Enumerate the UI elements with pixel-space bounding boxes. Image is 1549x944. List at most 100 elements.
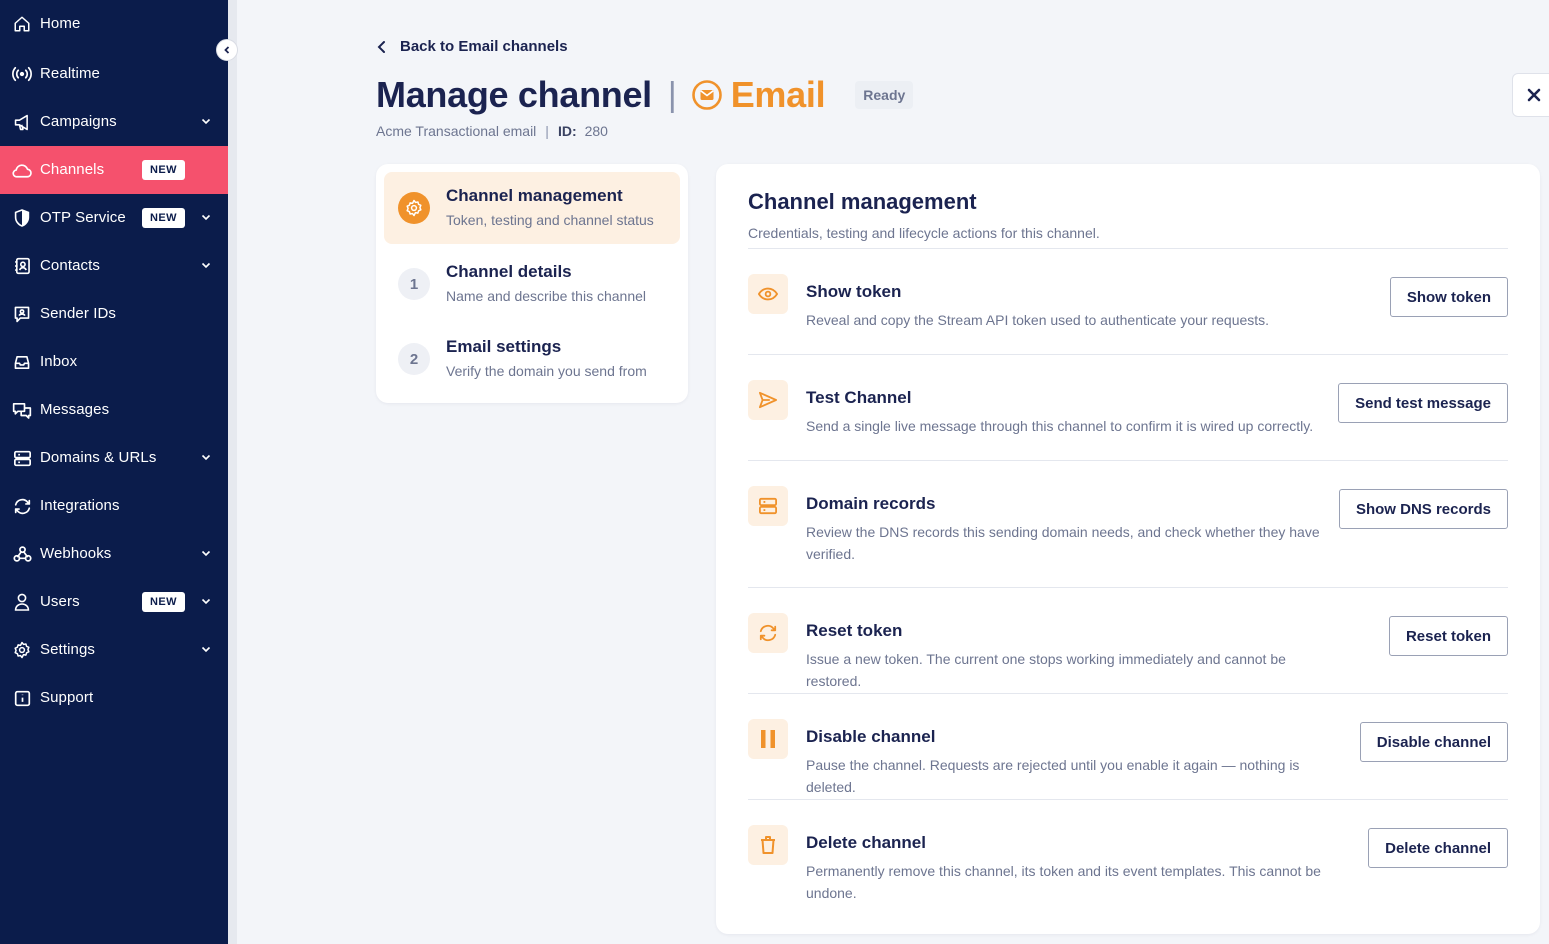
delete-channel-button[interactable]: Delete channel (1368, 828, 1508, 868)
action-title: Show token (806, 282, 902, 301)
sidebar-item-inbox[interactable]: Inbox (0, 342, 228, 382)
reset-token-button[interactable]: Reset token (1388, 616, 1508, 656)
step-marker (398, 192, 430, 224)
step-number: 1 (398, 268, 430, 300)
action-title: Test Channel (806, 388, 912, 407)
chevron-down-icon (201, 598, 211, 605)
id-value: 280 (584, 123, 608, 139)
channel-meta: Acme Transactional email | ID: 280 (376, 123, 608, 139)
sidebar-item-otp-service[interactable]: OTP Service NEW (0, 198, 228, 238)
sidebar-item-label: Support (40, 689, 94, 706)
sidebar-item-label: Messages (40, 401, 110, 418)
email-icon (691, 80, 722, 110)
title-separator: | (667, 75, 677, 114)
action-description: Pause the channel. Requests are rejected… (806, 757, 1300, 795)
chevron-down-icon (201, 454, 211, 461)
meta-separator: | (545, 123, 549, 139)
sidebar-item-users[interactable]: Users NEW (0, 582, 228, 622)
step-email-settings[interactable]: 2 Email settings Verify the domain you s… (384, 323, 680, 395)
action-description: Send a single live message through this … (806, 418, 1314, 434)
divider (748, 587, 1508, 588)
show-dns-records-button[interactable]: Show DNS records (1338, 489, 1508, 529)
contacts-icon (12, 257, 32, 275)
home-icon (12, 15, 32, 33)
sidebar-item-label: Webhooks (40, 545, 112, 562)
step-description: Token, testing and channel status (446, 212, 654, 228)
action-title: Domain records (806, 494, 936, 513)
sidebar-item-label: OTP Service (40, 209, 126, 226)
status-badge: Ready (855, 81, 914, 109)
show-token-button[interactable]: Show token (1389, 277, 1508, 317)
sidebar-item-messages[interactable]: Messages (0, 390, 228, 430)
webhook-icon (12, 545, 32, 563)
new-badge: NEW (142, 208, 185, 228)
action-description: Permanently remove this channel, its tok… (806, 863, 1321, 901)
inbox-icon (12, 353, 32, 371)
sidebar-item-realtime[interactable]: Realtime (0, 54, 228, 94)
disable-channel-button[interactable]: Disable channel (1359, 722, 1508, 762)
close-button[interactable] (1512, 73, 1549, 117)
step-title: Email settings (446, 337, 562, 356)
channel-name: Acme Transactional email (376, 123, 537, 139)
chevron-left-icon (377, 40, 385, 53)
cloud-icon (12, 161, 32, 179)
sidebar-item-label: Domains & URLs (40, 449, 157, 466)
sidebar-item-contacts[interactable]: Contacts (0, 246, 228, 286)
back-link[interactable]: Back to Email channels (376, 38, 568, 55)
chevron-down-icon (201, 646, 211, 653)
step-description: Verify the domain you send from (446, 363, 647, 379)
sidebar-item-label: Channels (40, 161, 105, 178)
close-icon (1527, 88, 1541, 102)
panel-subtitle: Credentials, testing and lifecycle actio… (748, 225, 1100, 241)
info-icon (12, 689, 32, 707)
sidebar-item-label: Inbox (40, 353, 78, 370)
sidebar-item-label: Users (40, 593, 80, 610)
gear-icon (406, 199, 422, 217)
sender-id-icon (12, 305, 32, 323)
gear-icon (12, 641, 32, 659)
sync-icon (12, 497, 32, 515)
sidebar-item-label: Campaigns (40, 113, 117, 130)
action-description: Review the DNS records this sending doma… (806, 524, 1320, 562)
collapse-sidebar-button[interactable] (216, 39, 238, 61)
steps-card: Channel management Token, testing and ch… (376, 164, 688, 403)
new-badge: NEW (142, 160, 185, 180)
sidebar-item-support[interactable]: Support (0, 678, 228, 718)
action-title: Disable channel (806, 727, 936, 746)
shield-icon (12, 209, 32, 227)
step-title: Channel details (446, 262, 572, 281)
user-icon (12, 593, 32, 611)
sidebar-item-settings[interactable]: Settings (0, 630, 228, 670)
step-channel-details[interactable]: 1 Channel details Name and describe this… (384, 248, 680, 320)
sidebar-item-webhooks[interactable]: Webhooks (0, 534, 228, 574)
chevron-down-icon (201, 214, 211, 221)
sidebar-item-channels[interactable]: Channels NEW (0, 146, 228, 194)
sidebar-item-label: Settings (40, 641, 95, 658)
step-number: 2 (398, 343, 430, 375)
id-label: ID: (557, 123, 577, 139)
sidebar-item-integrations[interactable]: Integrations (0, 486, 228, 526)
chevron-down-icon (201, 118, 211, 125)
action-description: Reveal and copy the Stream API token use… (806, 312, 1270, 328)
sidebar-item-label: Home (40, 15, 81, 32)
sidebar-item-campaigns[interactable]: Campaigns (0, 102, 228, 142)
step-description: Name and describe this channel (446, 288, 647, 304)
sidebar-item-label: Realtime (40, 65, 100, 82)
send-test-message-button[interactable]: Send test message (1338, 383, 1508, 423)
megaphone-icon (12, 113, 32, 131)
sidebar-item-sender-ids[interactable]: Sender IDs (0, 294, 228, 334)
step-channel-management[interactable]: Channel management Token, testing and ch… (384, 172, 680, 244)
sidebar-item-label: Sender IDs (40, 305, 117, 322)
back-link-label: Back to Email channels (400, 38, 568, 55)
channel-type: Email (730, 74, 826, 115)
server-icon (12, 449, 32, 467)
page-title-row: Manage channel | Email Ready (376, 72, 914, 118)
action-description: Issue a new token. The current one stops… (806, 651, 1286, 689)
sidebar-item-home[interactable]: Home (0, 4, 228, 44)
sidebar-item-domains-urls[interactable]: Domains & URLs (0, 438, 228, 478)
divider (748, 460, 1508, 461)
eye-icon (748, 274, 788, 314)
broadcast-icon (12, 65, 32, 83)
chevron-left-icon (224, 46, 230, 54)
divider (748, 354, 1508, 355)
